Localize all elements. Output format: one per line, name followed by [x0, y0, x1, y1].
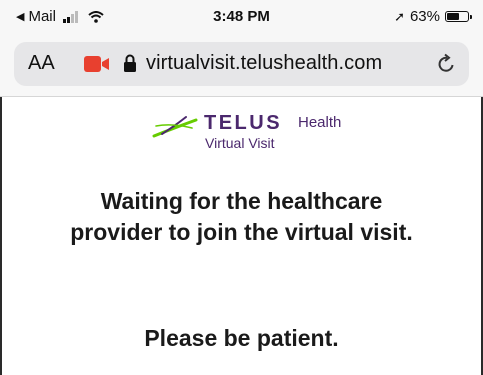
- text-size-button[interactable]: AA: [28, 52, 55, 75]
- browser-toolbar: AA virtualvisit.telushealth.com: [0, 36, 483, 97]
- brand-name: TELUS: [204, 112, 283, 134]
- telus-health-logo: TELUS Health Virtual Visit: [0, 110, 483, 154]
- waiting-line-1: Waiting for the healthcare: [100, 188, 383, 214]
- telus-swoosh-logo-icon: [152, 116, 198, 138]
- brand-suffix: Health: [298, 114, 342, 131]
- battery-icon: [445, 11, 472, 22]
- address-bar[interactable]: AA virtualvisit.telushealth.com: [14, 42, 469, 86]
- reload-icon[interactable]: [435, 53, 457, 75]
- status-right: ➚ 63%: [394, 8, 472, 25]
- lock-icon: [124, 54, 136, 72]
- waiting-line-2: provider to join the virtual visit.: [70, 219, 413, 245]
- status-bar: ◀ Mail 3:48 PM ➚ 63%: [0, 0, 483, 36]
- product-name: Virtual Visit: [205, 135, 275, 151]
- battery-percent: 63%: [409, 8, 440, 25]
- location-arrow-icon: ➚: [394, 8, 405, 24]
- video-camera-icon[interactable]: [84, 55, 110, 73]
- waiting-message: Waiting for the healthcare provider to j…: [0, 186, 483, 248]
- patience-message: Please be patient.: [144, 325, 339, 351]
- url-text[interactable]: virtualvisit.telushealth.com: [146, 52, 382, 75]
- battery-level: [447, 13, 459, 20]
